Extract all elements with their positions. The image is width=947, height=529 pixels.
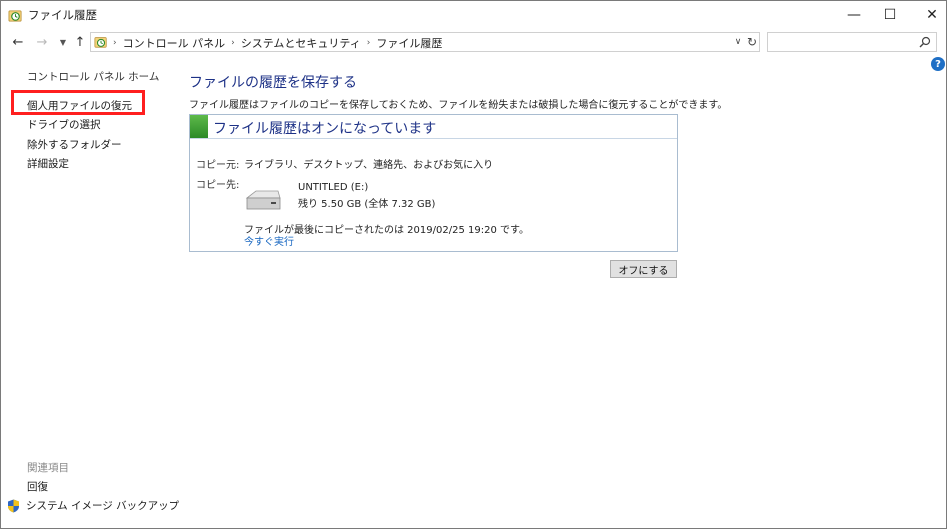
- file-history-app-icon: [8, 10, 22, 22]
- up-button[interactable]: ↑: [73, 33, 87, 51]
- address-dropdown-button[interactable]: ∨: [732, 34, 744, 50]
- window-title: ファイル履歴: [28, 8, 97, 22]
- destination-label: コピー先:: [196, 180, 240, 191]
- title-bar: ファイル履歴 — ☐ ✕: [1, 1, 946, 29]
- search-icon[interactable]: [919, 36, 931, 48]
- source-value: ライブラリ、デスクトップ、連絡先、およびお気に入り: [244, 160, 494, 171]
- status-text: ファイル履歴はオンになっています: [213, 121, 437, 137]
- maximize-button[interactable]: ☐: [867, 1, 913, 29]
- sidebar-label-system-image-backup: システム イメージ バックアップ: [26, 500, 180, 512]
- status-header: ファイル履歴はオンになっています: [190, 115, 677, 139]
- status-indicator: [190, 115, 208, 138]
- breadcrumb: › コントロール パネル › システムとセキュリティ › ファイル履歴: [113, 35, 442, 51]
- related-item-system-image-backup[interactable]: システム イメージ バックアップ: [7, 498, 179, 513]
- breadcrumb-separator: ›: [231, 38, 235, 48]
- close-button[interactable]: ✕: [909, 1, 947, 29]
- forward-button[interactable]: →: [33, 33, 51, 51]
- sidebar-item-advanced-settings[interactable]: 詳細設定: [27, 156, 69, 171]
- breadcrumb-separator: ›: [113, 38, 117, 48]
- back-button[interactable]: ←: [9, 33, 27, 51]
- control-panel-icon: [94, 37, 107, 48]
- source-label: コピー元:: [196, 160, 240, 171]
- breadcrumb-system-security[interactable]: システムとセキュリティ: [241, 35, 361, 51]
- breadcrumb-file-history[interactable]: ファイル履歴: [376, 35, 442, 51]
- status-panel: ファイル履歴はオンになっています コピー元: ライブラリ、デスクトップ、連絡先、…: [189, 114, 678, 252]
- sidebar-item-exclude-folders[interactable]: 除外するフォルダー: [27, 137, 122, 152]
- drive-icon: [245, 190, 281, 210]
- page-title: ファイルの履歴を保存する: [189, 75, 357, 91]
- breadcrumb-separator: ›: [366, 38, 371, 48]
- page-description: ファイル履歴はファイルのコピーを保存しておくため、ファイルを紛失または破損した場…: [189, 100, 728, 111]
- address-bar[interactable]: › コントロール パネル › システムとセキュリティ › ファイル履歴 ∨ ↻: [90, 32, 760, 52]
- navigation-bar: ← → ▼ ↑ › コントロール パネル › システムとセキュリティ › ファイ…: [1, 29, 946, 55]
- sidebar-control-panel-home[interactable]: コントロール パネル ホーム: [27, 69, 159, 84]
- uac-shield-icon: [8, 499, 19, 512]
- related-item-recovery[interactable]: 回復: [27, 479, 48, 494]
- recent-locations-button[interactable]: ▼: [57, 33, 69, 51]
- help-icon[interactable]: ?: [931, 57, 945, 71]
- sidebar: コントロール パネル ホーム 個人用ファイルの復元 ドライブの選択 除外するフォ…: [1, 55, 179, 529]
- related-heading: 関連項目: [27, 462, 69, 474]
- drive-space: 残り 5.50 GB (全体 7.32 GB): [298, 199, 436, 210]
- search-box[interactable]: [767, 32, 937, 52]
- breadcrumb-control-panel[interactable]: コントロール パネル: [123, 35, 226, 51]
- turn-off-button[interactable]: オフにする: [610, 260, 677, 278]
- drive-name: UNTITLED (E:): [298, 182, 369, 193]
- search-input[interactable]: [772, 35, 912, 49]
- sidebar-item-select-drive[interactable]: ドライブの選択: [27, 117, 101, 132]
- refresh-button[interactable]: ↻: [745, 34, 759, 50]
- sidebar-item-restore-personal-files[interactable]: 個人用ファイルの復元: [27, 98, 132, 113]
- file-history-window: ファイル履歴 — ☐ ✕ ← → ▼ ↑ › コントロール パネル › システム…: [0, 0, 947, 529]
- run-now-link[interactable]: 今すぐ実行: [244, 233, 294, 248]
